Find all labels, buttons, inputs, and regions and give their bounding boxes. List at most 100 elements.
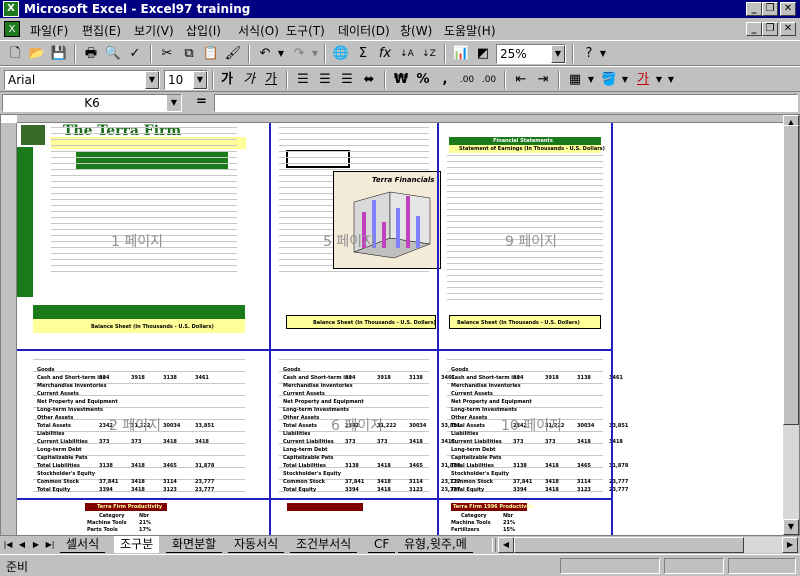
borders-icon[interactable]: ▦ (564, 70, 586, 90)
workbook-icon[interactable]: X (4, 21, 20, 37)
zoom-dropdown-icon[interactable]: ▼ (551, 45, 565, 63)
new-icon[interactable]: 🗋 (4, 44, 26, 64)
underline-button[interactable]: 가 (260, 70, 282, 90)
tab-cf[interactable]: CF (368, 536, 396, 553)
redo-dropdown-icon[interactable]: ▼ (310, 44, 320, 64)
worksheet-grid[interactable]: The Terra Firm Balance Sheet (In Thousan… (0, 114, 800, 536)
tab-cell-format[interactable]: 셀서식 (60, 536, 106, 553)
hscroll-right-icon[interactable]: ▶ (782, 537, 798, 553)
drawing-icon[interactable]: ◩ (472, 44, 494, 64)
font-size-dropdown-icon[interactable]: ▼ (193, 71, 207, 89)
menu-help[interactable]: 도움말(H) (444, 22, 496, 39)
font-color-button[interactable]: 가 (632, 70, 654, 90)
grid-line (447, 269, 603, 270)
increase-decimal-button[interactable]: .00 (456, 70, 478, 90)
redo-icon[interactable]: ↷ (288, 44, 310, 64)
copy-icon[interactable]: ⧉ (178, 44, 200, 64)
menu-data[interactable]: 데이터(D) (338, 22, 390, 39)
balance-row-label: Long-term Investments (37, 407, 103, 413)
hscroll-thumb[interactable] (514, 537, 744, 553)
currency-button[interactable]: ₩ (390, 70, 412, 90)
font-size-combo[interactable]: 10 ▼ (164, 70, 208, 90)
tab-validation[interactable]: 유형,윗주,메 (398, 536, 473, 553)
function-icon[interactable]: fx (374, 44, 396, 64)
menu-format[interactable]: 서식(O) (238, 22, 279, 39)
productivity-title-1: Terra Firm Productivity (97, 504, 163, 510)
menu-insert[interactable]: 삽입(I) (186, 22, 221, 39)
font-combo[interactable]: Arial ▼ (4, 70, 160, 90)
merge-center-icon[interactable]: ⬌ (358, 70, 380, 90)
name-box[interactable]: K6 ▼ (2, 94, 182, 112)
sort-ascending-icon[interactable]: ↓A (396, 44, 418, 64)
chart-wizard-icon[interactable]: 📊 (450, 44, 472, 64)
font-color-dropdown-icon[interactable]: ▼ (654, 70, 664, 90)
zoom-combo[interactable]: 25% ▼ (496, 44, 566, 64)
align-left-icon[interactable]: ☰ (292, 70, 314, 90)
sort-descending-icon[interactable]: ↓Z (418, 44, 440, 64)
first-sheet-icon[interactable]: |◀ (2, 538, 14, 552)
undo-icon[interactable]: ↶ (254, 44, 276, 64)
bold-button[interactable]: 가 (216, 70, 238, 90)
more-buttons-icon[interactable]: ▼ (666, 70, 676, 90)
doc-restore-button[interactable]: ❐ (762, 22, 778, 36)
name-box-dropdown-icon[interactable]: ▼ (167, 95, 181, 111)
borders-dropdown-icon[interactable]: ▼ (586, 70, 596, 90)
align-center-icon[interactable]: ☰ (314, 70, 336, 90)
edit-formula-button[interactable]: = (196, 94, 207, 109)
prev-sheet-icon[interactable]: ◀ (16, 538, 28, 552)
italic-button[interactable]: 가 (238, 70, 260, 90)
menu-edit[interactable]: 편집(E) (82, 22, 121, 39)
fill-color-icon[interactable]: 🪣 (598, 70, 620, 90)
grid-line (447, 155, 603, 156)
print-preview-icon[interactable]: 🔍 (102, 44, 124, 64)
excel-app-icon[interactable]: X (3, 1, 19, 17)
last-sheet-icon[interactable]: ▶| (44, 538, 56, 552)
decrease-decimal-button[interactable]: .00 (478, 70, 500, 90)
hyperlink-icon[interactable]: 🌐 (330, 44, 352, 64)
spelling-icon[interactable]: ✓ (124, 44, 146, 64)
hscroll-left-icon[interactable]: ◀ (498, 537, 514, 553)
tab-structure[interactable]: 조구분 (114, 536, 160, 553)
maximize-button[interactable]: ❐ (762, 2, 778, 16)
fill-color-dropdown-icon[interactable]: ▼ (620, 70, 630, 90)
tab-split-screen[interactable]: 화면분할 (166, 536, 223, 553)
horizontal-scrollbar[interactable] (514, 537, 782, 553)
close-button[interactable]: ✕ (780, 2, 796, 16)
minimize-button[interactable]: _ (746, 2, 762, 16)
grid-line (51, 163, 237, 164)
print-icon[interactable]: 🖶 (80, 44, 102, 64)
cut-icon[interactable]: ✂ (156, 44, 178, 64)
tab-conditional-format[interactable]: 조건부서식 (290, 536, 358, 553)
menu-file[interactable]: 파일(F) (30, 22, 68, 39)
scroll-thumb[interactable] (783, 125, 799, 425)
doc-close-button[interactable]: ✕ (780, 22, 796, 36)
tab-autoformat[interactable]: 자동서식 (228, 536, 285, 553)
selected-cell[interactable] (286, 150, 350, 168)
open-icon[interactable]: 📂 (26, 44, 48, 64)
column-headers[interactable] (17, 115, 784, 123)
formula-input[interactable] (214, 94, 798, 112)
menu-tools[interactable]: 도구(T) (286, 22, 325, 39)
save-icon[interactable]: 💾 (48, 44, 70, 64)
menu-view[interactable]: 보기(V) (134, 22, 174, 39)
font-dropdown-icon[interactable]: ▼ (145, 71, 159, 89)
menu-window[interactable]: 창(W) (400, 22, 432, 39)
next-sheet-icon[interactable]: ▶ (30, 538, 42, 552)
row-headers[interactable] (1, 123, 17, 535)
align-right-icon[interactable]: ☰ (336, 70, 358, 90)
undo-dropdown-icon[interactable]: ▼ (276, 44, 286, 64)
vertical-scrollbar[interactable]: ▲ ▼ (783, 115, 799, 535)
toolbar-options-icon[interactable]: ▼ (598, 44, 608, 64)
increase-indent-icon[interactable]: ⇥ (532, 70, 554, 90)
autosum-icon[interactable]: Σ (352, 44, 374, 64)
percent-button[interactable]: % (412, 70, 434, 90)
decrease-indent-icon[interactable]: ⇤ (510, 70, 532, 90)
paste-icon[interactable]: 📋 (200, 44, 222, 64)
comma-button[interactable]: , (434, 70, 456, 90)
office-assistant-icon[interactable]: ? (578, 44, 600, 64)
embedded-chart[interactable]: Terra Financials (333, 171, 441, 269)
format-painter-icon[interactable]: 🖌 (222, 44, 244, 64)
doc-minimize-button[interactable]: _ (746, 22, 762, 36)
scroll-down-icon[interactable]: ▼ (783, 519, 799, 535)
tab-split-handle[interactable] (492, 538, 496, 552)
